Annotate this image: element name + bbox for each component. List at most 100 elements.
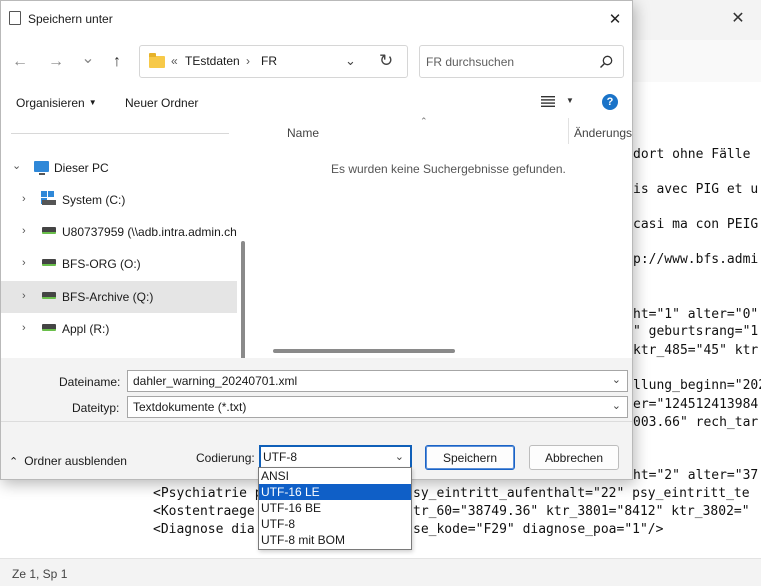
sort-ascending-icon: ⌃: [420, 116, 428, 126]
filename-label: Dateiname:: [59, 375, 121, 389]
close-icon: ✕: [731, 10, 745, 27]
tree-item-appl[interactable]: › Appl (R:): [1, 313, 237, 345]
chevron-down-icon[interactable]: ⌄: [12, 159, 21, 172]
editor-line[interactable]: llung_beginn="202: [633, 377, 761, 394]
breadcrumb-overflow[interactable]: «: [171, 54, 178, 68]
caret-down-icon: ▼: [88, 98, 97, 107]
editor-line[interactable]: sy_eintritt_aufenthalt="22" psy_eintritt…: [413, 485, 750, 502]
chevron-down-icon: ⌄: [81, 50, 95, 67]
breadcrumb-testdaten[interactable]: TEstdaten: [185, 54, 240, 68]
encoding-label: Codierung:: [196, 451, 255, 465]
view-options-caret-icon[interactable]: ▼: [566, 96, 574, 105]
cancel-button[interactable]: Abbrechen: [529, 445, 619, 470]
encoding-option-utf8[interactable]: UTF-8: [259, 516, 411, 532]
encoding-option-utf16le[interactable]: UTF-16 LE: [259, 484, 411, 500]
file-list-pane: Name ⌃ Änderungsd Es wurden keine Sucher…: [254, 116, 632, 358]
folder-icon: [149, 53, 165, 68]
up-button[interactable]: ↑: [105, 51, 129, 73]
tree-item-bfs-org[interactable]: › BFS-ORG (O:): [1, 248, 237, 280]
chevron-right-icon[interactable]: ›: [22, 290, 26, 302]
column-divider[interactable]: [568, 118, 569, 144]
filetype-label: Dateityp:: [72, 401, 120, 415]
tree-item-label: System (C:): [62, 193, 126, 207]
address-history-button[interactable]: ⌄: [345, 53, 356, 69]
empty-results-message: Es wurden keine Suchergebnisse gefunden.: [331, 162, 566, 176]
search-box[interactable]: FR durchsuchen: [419, 45, 624, 78]
new-folder-button[interactable]: Neuer Ordner: [125, 96, 198, 110]
organize-button[interactable]: Organisieren ▼: [16, 96, 97, 110]
forward-button[interactable]: →: [44, 51, 68, 73]
search-input[interactable]: FR durchsuchen: [426, 55, 514, 69]
organize-label: Organisieren: [16, 96, 85, 110]
tree-item-u80737959[interactable]: › U80737959 (\\adb.intra.admin.ch: [1, 216, 237, 248]
view-list-icon[interactable]: [541, 96, 555, 107]
filetype-value: Textdokumente (*.txt): [133, 400, 247, 414]
editor-line[interactable]: <Kostentraege: [153, 503, 255, 520]
network-drive-icon: [42, 324, 56, 331]
encoding-option-utf16be[interactable]: UTF-16 BE: [259, 500, 411, 516]
breadcrumb-fr[interactable]: FR: [261, 54, 277, 68]
editor-line[interactable]: p://www.bfs.admi: [633, 251, 758, 268]
chevron-right-icon[interactable]: ›: [22, 225, 26, 237]
file-list-horizontal-scrollbar[interactable]: [273, 349, 455, 353]
chevron-down-icon: ⌄: [394, 451, 404, 463]
dialog-close-button[interactable]: ✕: [597, 5, 632, 33]
editor-line[interactable]: <Diagnose dia: [153, 521, 255, 538]
tree-item-label: BFS-Archive (Q:): [62, 290, 154, 304]
arrow-left-icon: ←: [12, 53, 28, 70]
editor-line[interactable]: " geburtsrang="1: [633, 323, 758, 340]
chevron-up-icon: ⌃: [9, 456, 19, 468]
filename-input[interactable]: dahler_warning_20240701.xml ⌄: [127, 370, 628, 392]
chevron-right-icon[interactable]: ›: [22, 257, 26, 269]
tree-item-label: U80737959 (\\adb.intra.admin.ch: [62, 225, 237, 239]
cursor-position: Ze 1, Sp 1: [12, 567, 68, 581]
editor-line[interactable]: is avec PIG et u: [633, 181, 758, 198]
editor-line[interactable]: er="124512413984: [633, 396, 758, 413]
network-drive-icon: [42, 227, 56, 234]
tree-item-label: Appl (R:): [62, 322, 110, 336]
editor-line[interactable]: <Psychiatrie p: [153, 485, 263, 502]
editor-line[interactable]: ht="1" alter="0": [633, 306, 758, 323]
hide-folders-label: Ordner ausblenden: [24, 454, 127, 468]
filetype-select[interactable]: Textdokumente (*.txt) ⌄: [127, 396, 628, 418]
column-header-name[interactable]: Name: [287, 126, 319, 140]
back-button[interactable]: ←: [8, 51, 32, 73]
dialog-title-bar: Speichern unter ✕: [1, 1, 632, 36]
network-drive-icon: [42, 292, 56, 299]
chevron-right-icon[interactable]: ›: [22, 322, 26, 334]
editor-line[interactable]: dort ohne Fälle: [633, 146, 750, 163]
encoding-option-utf8-bom[interactable]: UTF-8 mit BOM: [259, 532, 411, 548]
chevron-right-icon[interactable]: ›: [22, 193, 26, 205]
editor-line[interactable]: casi ma con PEIG: [633, 216, 758, 233]
editor-line[interactable]: se_kode="F29" diagnose_poa="1"/>: [413, 521, 663, 538]
command-bar: Organisieren ▼ Neuer Ordner ▼ ?: [1, 86, 632, 118]
close-icon: ✕: [608, 11, 622, 28]
encoding-option-ansi[interactable]: ANSI: [259, 468, 411, 484]
tree-item-bfs-archive[interactable]: › BFS-Archive (Q:): [1, 281, 237, 313]
hide-folders-button[interactable]: ⌃ Ordner ausblenden: [9, 454, 127, 468]
dialog-title: Speichern unter: [28, 12, 113, 26]
editor-line[interactable]: ktr_485="45" ktr: [633, 342, 758, 359]
windows-drive-icon: [41, 191, 56, 205]
editor-status-bar: Ze 1, Sp 1: [0, 558, 761, 586]
refresh-button[interactable]: ↻: [379, 51, 393, 71]
address-bar[interactable]: « TEstdaten › FR ⌄ ↻: [139, 45, 408, 78]
tree-item-dieser-pc[interactable]: ⌄ Dieser PC: [1, 152, 237, 184]
arrow-right-icon: →: [48, 53, 64, 70]
save-button[interactable]: Speichern: [425, 445, 515, 470]
tree-item-system-c[interactable]: › System (C:): [1, 184, 237, 216]
editor-line[interactable]: 003.66" rech_tar: [633, 414, 758, 431]
column-header-date-modified[interactable]: Änderungsd: [574, 126, 632, 140]
navigation-bar: ← → ⌄ ↑ « TEstdaten › FR ⌄ ↻ FR durchsuc…: [1, 36, 632, 86]
chevron-down-icon[interactable]: ⌄: [612, 399, 621, 412]
editor-close-button[interactable]: ✕: [715, 0, 761, 36]
column-header-row: Name ⌃ Änderungsd: [254, 116, 632, 146]
chevron-down-icon[interactable]: ⌄: [612, 373, 621, 386]
breadcrumb-separator: ›: [246, 54, 250, 68]
filename-value: dahler_warning_20240701.xml: [133, 374, 298, 388]
tree-item-label: BFS-ORG (O:): [62, 257, 141, 271]
help-icon[interactable]: ?: [602, 94, 618, 110]
editor-line[interactable]: tr_60="38749.36" ktr_3801="8412" ktr_380…: [413, 503, 750, 520]
editor-line[interactable]: ht="2" alter="37: [633, 467, 758, 484]
recent-locations-button[interactable]: ⌄: [76, 47, 100, 69]
